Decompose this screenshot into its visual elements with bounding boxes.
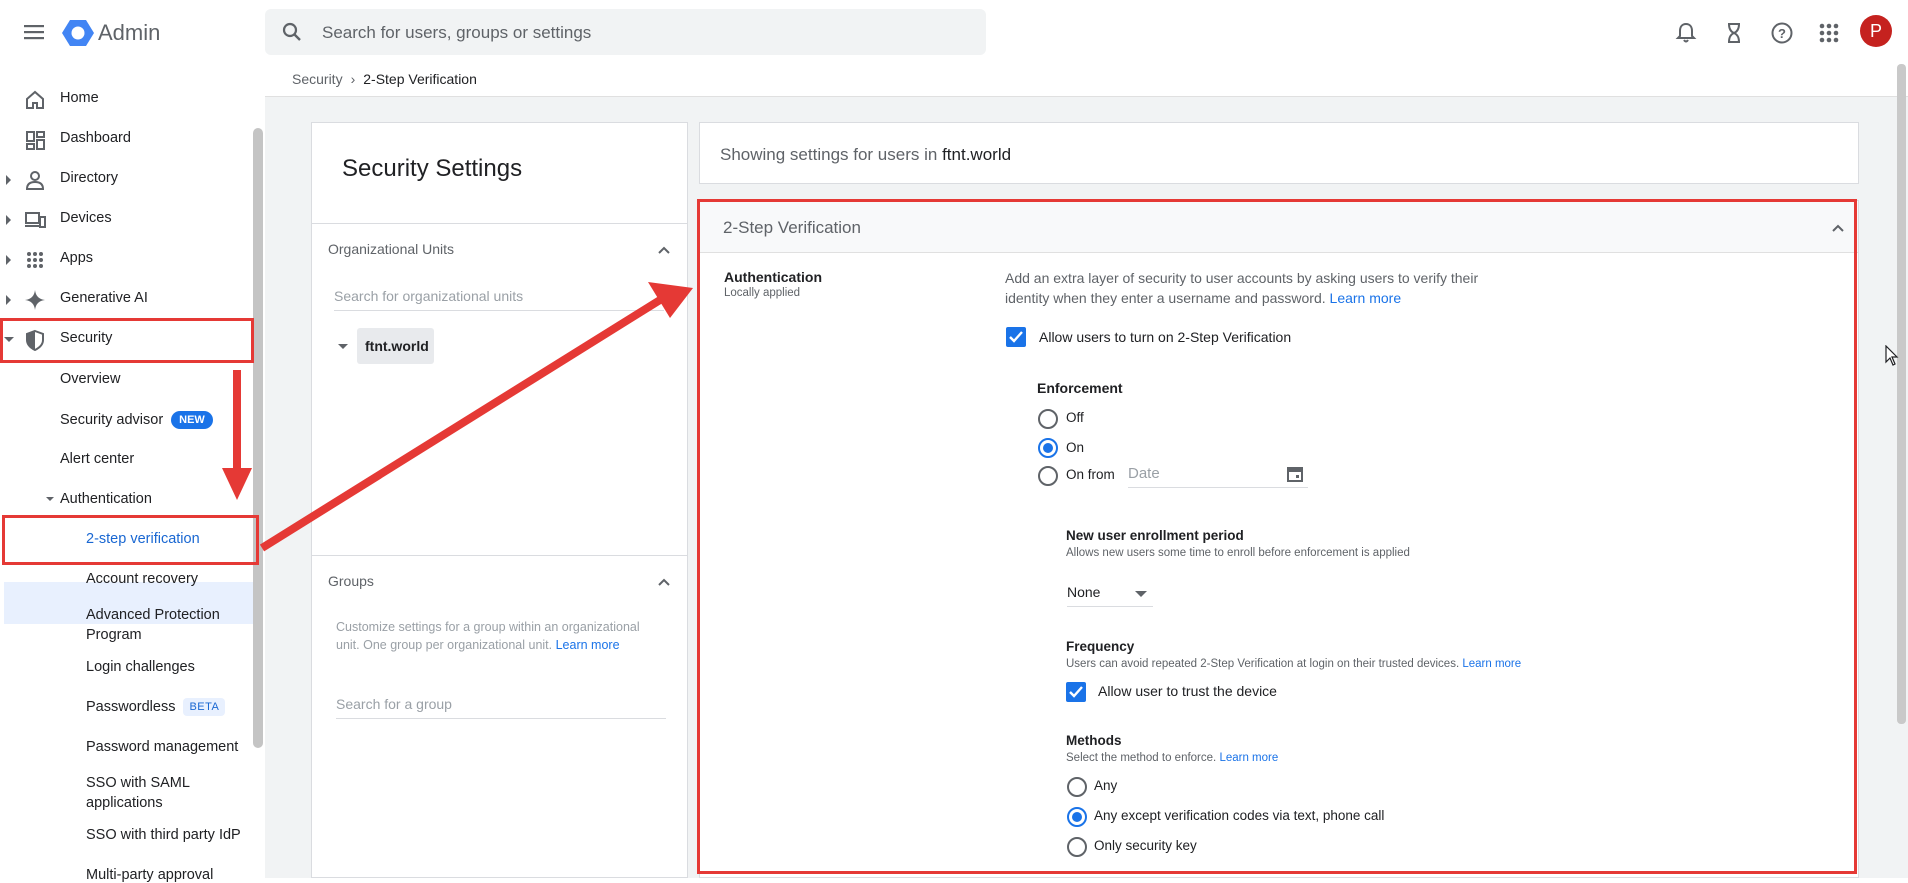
security-settings-panel: Security Settings Organizational Units S… [311,122,688,878]
admin-logo-icon[interactable] [62,18,94,48]
sidebar-item-overview[interactable]: Overview [60,371,120,387]
divider [312,555,687,556]
sidebar-item-sso-saml[interactable]: SSO with SAML applications [86,773,236,813]
sidebar-item-multi-party-approval[interactable]: Multi-party approval [86,867,213,883]
sidebar-item-label: Dashboard [60,130,131,146]
groups-header: Groups [328,573,374,589]
breadcrumb-parent[interactable]: Security [292,71,343,87]
chevron-up-icon[interactable] [658,575,670,587]
showing-settings-bar: Showing settings for users in ftnt.world [699,122,1859,184]
sidebar-scrollbar[interactable] [253,128,263,748]
sidebar-item-advanced-protection[interactable]: Advanced Protection Program [86,605,236,645]
sidebar-item-label: Devices [60,210,112,226]
sidebar-item-label: Directory [60,170,119,186]
brand-name[interactable]: Admin [98,20,160,46]
sidebar-item-devices[interactable]: Devices [0,199,255,239]
new-badge: NEW [171,411,213,429]
groups-learn-more-link[interactable]: Learn more [556,638,620,652]
help-icon[interactable]: ? [1769,20,1795,46]
sidebar-item-label: Passwordless [86,698,176,715]
sidebar-item-security-advisor[interactable]: Security advisor NEW [60,411,213,429]
expand-caret-icon[interactable] [6,215,11,225]
dashboard-icon [24,129,46,151]
annotation-box-2sv-nav [2,515,259,565]
breadcrumb-separator-icon: › [350,71,356,87]
sidebar-item-generative-ai[interactable]: Generative AI [0,279,255,319]
org-units-header: Organizational Units [328,241,455,257]
bell-icon[interactable] [1673,20,1699,46]
expand-caret-icon[interactable] [6,295,11,305]
beta-badge: BETA [183,698,226,716]
group-search-input[interactable]: Search for a group [336,691,666,719]
search-bar[interactable]: Search for users, groups or settings [265,9,986,55]
org-unit-root[interactable]: ftnt.world [357,328,434,364]
main-scrollbar[interactable] [1897,64,1906,724]
org-unit-search-input[interactable]: Search for organizational units [334,283,664,311]
home-icon [24,89,46,111]
groups-description: Customize settings for a group within an… [336,618,666,654]
sidebar-item-sso-third-party[interactable]: SSO with third party IdP [86,827,241,843]
showing-prefix: Showing settings for users in [720,145,938,164]
sidebar-nav: Home Dashboard Directory Devices Apps Ge… [0,64,265,883]
user-avatar[interactable]: P [1860,15,1892,47]
devices-icon [24,209,46,231]
sidebar-item-directory[interactable]: Directory [0,159,255,199]
sidebar-item-passwordless[interactable]: Passwordless BETA [86,698,226,716]
main-menu-icon[interactable] [20,20,48,44]
breadcrumb: Security › 2-Step Verification [292,71,477,87]
sidebar-item-label: Apps [60,250,94,266]
expand-caret-icon[interactable] [6,175,11,185]
sparkle-icon [24,289,46,311]
collapse-caret-icon[interactable] [46,497,54,501]
apps-icon [24,249,46,271]
mouse-cursor-icon [1885,344,1899,372]
top-app-bar: Admin Search for users, groups or settin… [0,0,1908,64]
sidebar-item-password-management[interactable]: Password management [86,739,238,755]
showing-org: ftnt.world [942,145,1012,164]
breadcrumb-current: 2-Step Verification [363,71,477,87]
sidebar-item-home[interactable]: Home [0,79,255,119]
annotation-box-2sv-card [697,199,1857,874]
sidebar-item-login-challenges[interactable]: Login challenges [86,659,195,675]
hourglass-icon[interactable] [1721,20,1747,46]
search-input[interactable]: Search for users, groups or settings [322,23,591,43]
sidebar-item-dashboard[interactable]: Dashboard [0,119,255,159]
apps-grid-icon[interactable] [1816,20,1842,46]
divider [312,223,687,224]
sidebar-item-label: Generative AI [60,290,148,306]
sidebar-item-label: Authentication [60,491,152,507]
showing-text: Showing settings for users in ftnt.world [720,145,1011,165]
org-tree-caret-icon[interactable] [338,344,348,349]
chevron-up-icon[interactable] [658,243,670,255]
sidebar-item-apps[interactable]: Apps [0,239,255,279]
svg-text:?: ? [1778,26,1786,41]
sidebar-item-label: Security advisor [60,411,164,428]
page-title: Security Settings [342,155,523,182]
expand-caret-icon[interactable] [6,255,11,265]
search-icon [281,21,303,43]
divider [265,96,1908,97]
sidebar-item-account-recovery[interactable]: Account recovery [86,571,198,587]
sidebar-item-label: Home [60,90,99,106]
sidebar-item-authentication[interactable]: Authentication [46,491,152,507]
person-icon [24,169,46,191]
sidebar-item-alert-center[interactable]: Alert center [60,451,134,467]
annotation-box-security [0,318,254,363]
